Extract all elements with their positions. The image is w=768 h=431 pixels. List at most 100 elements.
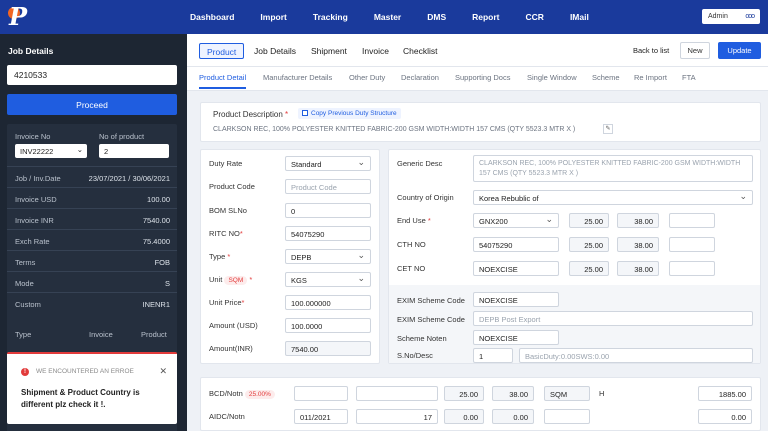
tab-invoice[interactable]: Invoice bbox=[362, 43, 389, 59]
tab-checklist[interactable]: Checklist bbox=[403, 43, 437, 59]
divider bbox=[7, 271, 177, 272]
primary-tabs: Product Job Details Shipment Invoice Che… bbox=[187, 34, 768, 67]
scheme-noten-label: Scheme Noten bbox=[397, 334, 447, 343]
country-of-origin-select[interactable]: Korea Rebublic of bbox=[473, 190, 753, 205]
exim-scheme-code-input[interactable]: NOEXCISE bbox=[473, 292, 559, 307]
end-use-rate-2[interactable]: 38.00 bbox=[617, 213, 659, 228]
end-use-rate-1[interactable]: 25.00 bbox=[569, 213, 609, 228]
nav-dashboard[interactable]: Dashboard bbox=[190, 12, 234, 22]
tab-scheme[interactable]: Scheme bbox=[592, 73, 620, 87]
cth-no-input[interactable]: 54075290 bbox=[473, 237, 559, 252]
update-button[interactable]: Update bbox=[718, 42, 761, 59]
bom-slno-label: BOM SLNo bbox=[209, 206, 247, 215]
new-button[interactable]: New bbox=[680, 42, 710, 59]
bcd-total-input[interactable]: 1885.00 bbox=[698, 386, 752, 401]
bcd-notn-sno-input[interactable] bbox=[356, 386, 438, 401]
bcd-notn-input[interactable] bbox=[294, 386, 348, 401]
ritc-no-input[interactable]: 54075290 bbox=[285, 226, 371, 241]
amount-usd-input[interactable]: 100.0000 bbox=[285, 318, 371, 333]
tab-product-detail[interactable]: Product Detail bbox=[199, 73, 247, 89]
unit-select[interactable]: KGS bbox=[285, 272, 371, 287]
aidc-rate-1[interactable]: 0.00 bbox=[444, 409, 484, 424]
cet-no-label: CET NO bbox=[397, 264, 426, 273]
end-use-select[interactable]: GNX200 bbox=[473, 213, 559, 228]
cet-extra[interactable] bbox=[669, 261, 715, 276]
summary-row: Custom INENR1 bbox=[15, 300, 170, 309]
app-logo[interactable]: P bbox=[0, 0, 36, 34]
end-use-extra[interactable] bbox=[669, 213, 715, 228]
sno-desc-input[interactable]: BasicDuty:0.00SWS:0.00 bbox=[519, 348, 753, 363]
logo-mark: P bbox=[8, 2, 28, 31]
tab-declaration[interactable]: Declaration bbox=[401, 73, 439, 87]
aidc-notn-sno-input[interactable]: 17 bbox=[356, 409, 438, 424]
nav-import[interactable]: Import bbox=[260, 12, 286, 22]
close-icon[interactable]: ✕ bbox=[159, 366, 167, 377]
no-of-product-label: No of product bbox=[99, 132, 145, 141]
unit-price-input[interactable]: 100.000000 bbox=[285, 295, 371, 310]
proceed-button[interactable]: Proceed bbox=[7, 94, 177, 115]
amount-inr-input[interactable]: 7540.00 bbox=[285, 341, 371, 356]
product-description-text: CLARKSON REC, 100% POLYESTER KNITTED FAB… bbox=[213, 126, 576, 133]
tab-product[interactable]: Product bbox=[199, 43, 245, 59]
nav-ccr[interactable]: CCR bbox=[526, 12, 544, 22]
edit-icon[interactable]: ✎ bbox=[603, 124, 613, 134]
tab-shipment[interactable]: Shipment bbox=[311, 43, 347, 59]
bcd-rate-1[interactable]: 25.00 bbox=[444, 386, 484, 401]
tab-manufacturer-details[interactable]: Manufacturer Details bbox=[263, 73, 332, 87]
job-number-input[interactable]: 4210533 bbox=[7, 65, 177, 85]
user-name: Admin bbox=[708, 13, 728, 20]
nav-master[interactable]: Master bbox=[374, 12, 401, 22]
tab-supporting-docs[interactable]: Supporting Docs bbox=[455, 73, 510, 87]
aidc-notn-label: AIDC/Notn bbox=[209, 412, 245, 421]
aidc-unit-input[interactable] bbox=[544, 409, 590, 424]
duty-rate-select[interactable]: Standard bbox=[285, 156, 371, 171]
product-code-input[interactable]: Product Code bbox=[285, 179, 371, 194]
tab-fta[interactable]: FTA bbox=[682, 73, 696, 87]
aidc-total-input[interactable]: 0.00 bbox=[698, 409, 752, 424]
ritc-no-label: RITC NO* bbox=[209, 229, 243, 238]
aidc-rate-2[interactable]: 0.00 bbox=[492, 409, 534, 424]
divider bbox=[7, 187, 177, 188]
nav-imail[interactable]: IMail bbox=[570, 12, 589, 22]
cet-rate-1[interactable]: 25.00 bbox=[569, 261, 609, 276]
user-menu-button[interactable]: Admin ooo bbox=[702, 9, 760, 24]
tab-other-duty[interactable]: Other Duty bbox=[349, 73, 385, 87]
end-use-label: End Use * bbox=[397, 216, 431, 225]
summary-row: Invoice USD 100.00 bbox=[15, 195, 170, 204]
tab-single-window[interactable]: Single Window bbox=[527, 73, 577, 87]
bcd-unit-input[interactable]: SQM bbox=[544, 386, 590, 401]
summary-row: Exch Rate 75.4000 bbox=[15, 237, 170, 246]
type-select[interactable]: DEPB bbox=[285, 249, 371, 264]
bom-slno-input[interactable]: 0 bbox=[285, 203, 371, 218]
cth-rate-2[interactable]: 38.00 bbox=[617, 237, 659, 252]
scheme-noten-input[interactable]: NOEXCISE bbox=[473, 330, 559, 345]
type-label: Type * bbox=[209, 252, 231, 261]
alert-icon: ! bbox=[21, 368, 29, 376]
nav-dms[interactable]: DMS bbox=[427, 12, 446, 22]
cth-extra[interactable] bbox=[669, 237, 715, 252]
no-of-product-input[interactable]: 2 bbox=[99, 144, 169, 158]
back-to-list-link[interactable]: Back to list bbox=[633, 46, 669, 55]
aidc-notn-input[interactable]: 011/2021 bbox=[294, 409, 348, 424]
product-description-label: Product Description * bbox=[213, 110, 289, 119]
copy-duty-structure-checkbox[interactable]: Copy Previous Duty Structure bbox=[298, 108, 401, 119]
cet-no-input[interactable]: NOEXCISE bbox=[473, 261, 559, 276]
generic-desc-textarea[interactable]: CLARKSON REC, 100% POLYESTER KNITTED FAB… bbox=[473, 155, 753, 182]
bcd-rate-2[interactable]: 38.00 bbox=[492, 386, 534, 401]
divider bbox=[7, 250, 177, 251]
exim-scheme-description-input[interactable]: DEPB Post Export bbox=[473, 311, 753, 326]
invoice-no-label: Invoice No bbox=[15, 132, 51, 141]
product-code-label: Product Code bbox=[209, 182, 255, 191]
tariff-form-panel: Generic Desc CLARKSON REC, 100% POLYESTE… bbox=[388, 149, 761, 364]
tab-re-import[interactable]: Re Import bbox=[634, 73, 667, 87]
copy-duty-structure-label: Copy Previous Duty Structure bbox=[311, 110, 397, 117]
tab-job-details[interactable]: Job Details bbox=[254, 43, 296, 59]
cth-rate-1[interactable]: 25.00 bbox=[569, 237, 609, 252]
checkbox-icon bbox=[302, 110, 308, 116]
cet-rate-2[interactable]: 38.00 bbox=[617, 261, 659, 276]
nav-tracking[interactable]: Tracking bbox=[313, 12, 348, 22]
nav-report[interactable]: Report bbox=[472, 12, 499, 22]
sno-input[interactable]: 1 bbox=[473, 348, 513, 363]
duty-rate-label: Duty Rate bbox=[209, 159, 243, 168]
invoice-no-select[interactable]: INV22222 ⌄ bbox=[15, 144, 87, 158]
